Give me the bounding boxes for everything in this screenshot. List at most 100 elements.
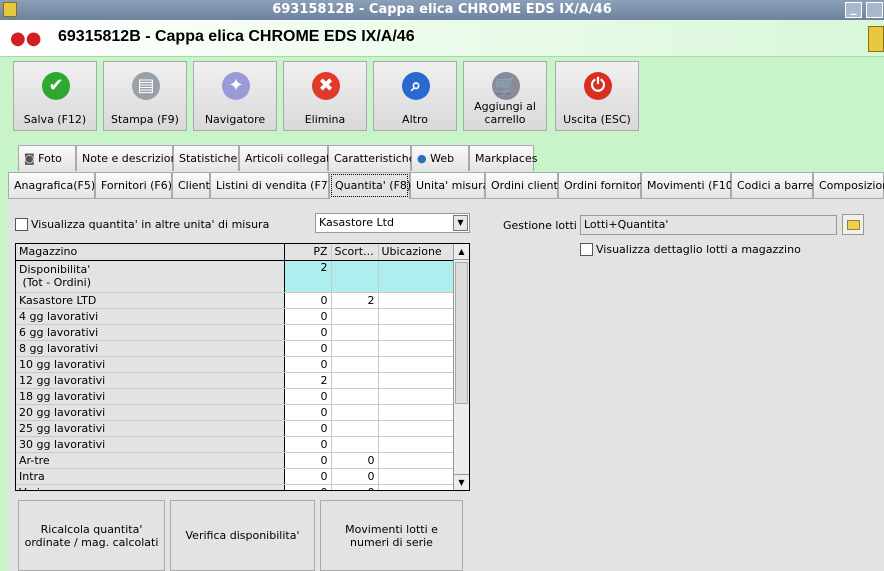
pz-cell[interactable]: 0 — [284, 404, 332, 421]
scroll-up-button[interactable]: ▲ — [454, 244, 469, 260]
col-ubicazione[interactable]: Ubicazione — [378, 244, 454, 261]
pz-cell[interactable]: 0 — [284, 340, 332, 357]
scort-cell[interactable] — [331, 260, 379, 293]
scort-cell[interactable] — [331, 324, 379, 341]
scort-cell[interactable]: 0 — [331, 484, 379, 490]
chevron-down-icon[interactable]: ▼ — [453, 215, 468, 231]
table-row[interactable]: 25 gg lavorativi 0 — [16, 420, 454, 437]
pz-cell[interactable]: 0 — [284, 452, 332, 469]
pz-cell[interactable]: 0 — [284, 292, 332, 309]
scort-cell[interactable] — [331, 340, 379, 357]
tab-caratteristiche[interactable]: Caratteristiche — [328, 145, 416, 171]
ubicazione-cell[interactable] — [378, 324, 454, 341]
tab-unita-misura[interactable]: Unita' misura — [410, 172, 489, 198]
tab-note-e-descrizioni[interactable]: Note e descrizioni — [76, 145, 181, 171]
pz-cell[interactable]: 0 — [284, 388, 332, 405]
show-other-units-checkbox[interactable] — [15, 218, 28, 231]
table-row[interactable]: 8 gg lavorativi 0 — [16, 340, 454, 357]
check-availability-button[interactable]: Verifica disponibilita' — [170, 500, 315, 571]
pz-cell[interactable]: 0 — [284, 356, 332, 373]
tab-movimenti-f10-[interactable]: Movimenti (F10) — [641, 172, 737, 198]
tab-quantita-f8-[interactable]: Quantita' (F8) — [329, 172, 411, 199]
scort-cell[interactable]: 0 — [331, 452, 379, 469]
warehouse-select[interactable]: Kasastore Ltd ▼ — [315, 213, 470, 233]
scort-cell[interactable] — [331, 308, 379, 325]
table-row[interactable]: 30 gg lavorativi 0 — [16, 436, 454, 453]
ubicazione-cell[interactable] — [378, 340, 454, 357]
lot-detail-checkbox[interactable] — [580, 243, 593, 256]
printer-button[interactable]: ▤ Stampa (F9) — [103, 61, 187, 131]
tab-articoli-collegati[interactable]: Articoli collegati — [239, 145, 334, 171]
minimize-button[interactable]: _ — [845, 2, 862, 18]
lot-movements-button[interactable]: Movimenti lotti e numeri di serie — [320, 500, 463, 571]
scort-cell[interactable] — [331, 356, 379, 373]
ubicazione-cell[interactable] — [378, 436, 454, 453]
table-row[interactable]: 6 gg lavorativi 0 — [16, 324, 454, 341]
scort-cell[interactable]: 0 — [331, 468, 379, 485]
check-button[interactable]: ✔ Salva (F12) — [13, 61, 97, 131]
scort-cell[interactable] — [331, 404, 379, 421]
ubicazione-cell[interactable] — [378, 388, 454, 405]
tab-web[interactable]: ● Web — [411, 145, 469, 171]
scort-cell[interactable] — [331, 420, 379, 437]
table-row[interactable]: 18 gg lavorativi 0 — [16, 388, 454, 405]
table-row[interactable]: 12 gg lavorativi 2 — [16, 372, 454, 389]
tab-fornitori-f6-[interactable]: Fornitori (F6) — [95, 172, 172, 198]
tab-statistiche[interactable]: Statistiche — [173, 145, 239, 171]
pz-cell[interactable]: 2 — [284, 260, 332, 293]
recalculate-button[interactable]: Ricalcola quantita' ordinate / mag. calc… — [18, 500, 165, 571]
tab-composizioni[interactable]: Composizioni — [813, 172, 884, 198]
pz-cell[interactable]: 0 — [284, 468, 332, 485]
ubicazione-cell[interactable] — [378, 260, 454, 293]
ubicazione-cell[interactable] — [378, 420, 454, 437]
tab-ordini-fornitori[interactable]: Ordini fornitori — [558, 172, 644, 198]
table-row[interactable]: 10 gg lavorativi 0 — [16, 356, 454, 373]
scort-cell[interactable] — [331, 388, 379, 405]
tab-foto[interactable]: ◙ Foto — [18, 145, 76, 171]
lot-browse-button[interactable] — [842, 214, 864, 235]
scort-cell[interactable] — [331, 372, 379, 389]
pz-cell[interactable]: 0 — [284, 420, 332, 437]
table-row[interactable]: Varinov00 — [16, 484, 454, 490]
tab-clienti[interactable]: Clienti — [172, 172, 213, 198]
scroll-down-button[interactable]: ▼ — [454, 474, 469, 490]
col-magazzino[interactable]: Magazzino — [16, 244, 285, 261]
col-scort[interactable]: Scort... — [331, 244, 379, 261]
tab-listini-di-vendita-f7-[interactable]: Listini di vendita (F7) — [210, 172, 332, 198]
tab-codici-a-barre[interactable]: Codici a barre — [731, 172, 813, 198]
ubicazione-cell[interactable] — [378, 404, 454, 421]
scort-cell[interactable]: 2 — [331, 292, 379, 309]
ubicazione-cell[interactable] — [378, 452, 454, 469]
pz-cell[interactable]: 0 — [284, 436, 332, 453]
cart-button[interactable]: 🛒 Aggiungi al carrello — [463, 61, 547, 131]
scroll-thumb[interactable] — [455, 262, 468, 404]
pz-cell[interactable]: 0 — [284, 324, 332, 341]
power-button[interactable]: ⏻ Uscita (ESC) — [555, 61, 639, 131]
table-row[interactable]: Disponibilita' (Tot - Ordini) 2 — [16, 260, 454, 293]
maximize-button[interactable] — [866, 2, 883, 18]
tab-markplaces[interactable]: Markplaces — [469, 145, 537, 171]
table-row[interactable]: Ar-tre 0 0 — [16, 452, 454, 469]
ubicazione-cell[interactable] — [378, 308, 454, 325]
x-button[interactable]: ✖ Elimina — [283, 61, 367, 131]
ubicazione-cell[interactable] — [378, 292, 454, 309]
compass-button[interactable]: ✦ Navigatore — [193, 61, 277, 131]
scort-cell[interactable] — [331, 436, 379, 453]
ubicazione-cell[interactable] — [378, 484, 454, 490]
tab-anagrafica-f5-[interactable]: Anagrafica(F5) — [8, 172, 95, 198]
tab-ordini-clienti[interactable]: Ordini clienti — [485, 172, 561, 198]
ubicazione-cell[interactable] — [378, 468, 454, 485]
pz-cell[interactable]: 0 — [284, 484, 332, 490]
lot-management-field[interactable]: Lotti+Quantita' — [580, 215, 837, 235]
table-row[interactable]: Kasastore LTD 0 2 — [16, 292, 454, 309]
ubicazione-cell[interactable] — [378, 372, 454, 389]
table-row[interactable]: 4 gg lavorativi 0 — [16, 308, 454, 325]
vertical-scrollbar[interactable]: ▲ ▼ — [453, 244, 469, 490]
table-row[interactable]: Intra 0 0 — [16, 468, 454, 485]
search-button[interactable]: ⌕ Altro — [373, 61, 457, 131]
table-row[interactable]: 20 gg lavorativi 0 — [16, 404, 454, 421]
col-pz[interactable]: PZ — [284, 244, 332, 261]
pz-cell[interactable]: 2 — [284, 372, 332, 389]
pz-cell[interactable]: 0 — [284, 308, 332, 325]
ubicazione-cell[interactable] — [378, 356, 454, 373]
